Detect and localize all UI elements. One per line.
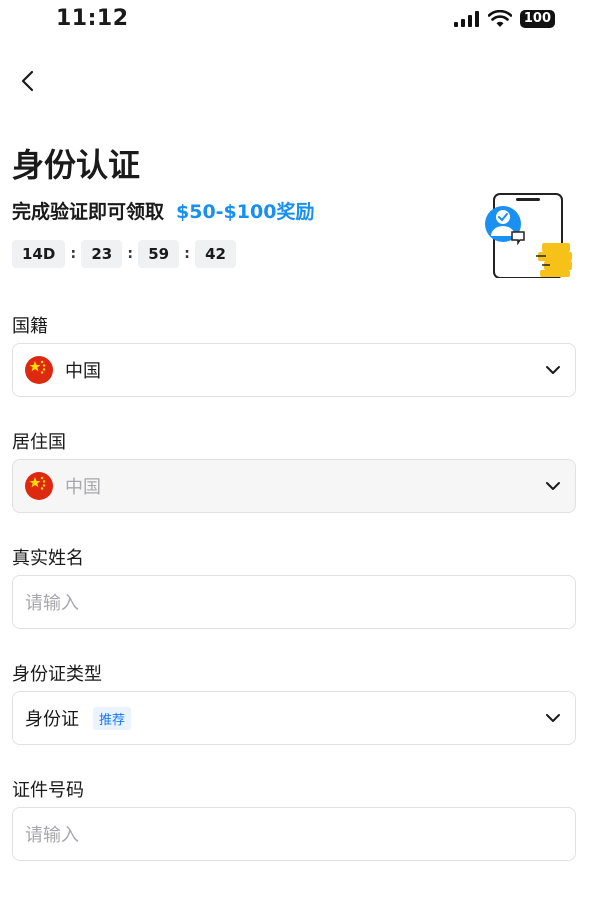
chevron-down-icon bbox=[546, 366, 560, 374]
countdown-days: 14D bbox=[12, 240, 66, 268]
chevron-down-icon bbox=[546, 482, 560, 490]
verified-user-illustration bbox=[485, 193, 572, 278]
nationality-select[interactable]: 中国 bbox=[12, 343, 576, 397]
back-button[interactable] bbox=[14, 66, 44, 96]
china-flag-icon bbox=[25, 356, 53, 384]
countdown-seconds: 42 bbox=[195, 240, 236, 268]
countdown-separator: : bbox=[127, 246, 133, 262]
subtitle-text: 完成验证即可领取 bbox=[12, 201, 165, 223]
chevron-down-icon bbox=[546, 714, 560, 722]
back-arrow-icon bbox=[21, 70, 34, 92]
reward-amount: $50-$100奖励 bbox=[176, 201, 315, 223]
countdown-separator: : bbox=[184, 246, 190, 262]
wifi-icon bbox=[487, 10, 512, 27]
nationality-label: 国籍 bbox=[12, 316, 48, 337]
status-time: 11:12 bbox=[56, 6, 129, 31]
status-bar: 11:12 100 bbox=[0, 0, 599, 40]
page-title: 身份认证 bbox=[12, 146, 141, 184]
real-name-input[interactable]: 请输入 bbox=[12, 575, 576, 629]
cellular-signal-icon bbox=[453, 11, 479, 27]
id-number-label: 证件号码 bbox=[12, 780, 84, 801]
id-number-placeholder: 请输入 bbox=[25, 825, 79, 846]
id-type-label: 身份证类型 bbox=[12, 664, 102, 685]
id-number-input[interactable]: 请输入 bbox=[12, 807, 576, 861]
residence-select[interactable]: 中国 bbox=[12, 459, 576, 513]
battery-icon: 100 bbox=[519, 10, 555, 28]
recommended-badge: 推荐 bbox=[93, 706, 132, 730]
countdown-hours: 23 bbox=[81, 240, 123, 268]
residence-label: 居住国 bbox=[12, 432, 66, 453]
nationality-value: 中国 bbox=[65, 361, 101, 382]
id-type-value: 身份证 bbox=[25, 709, 79, 730]
countdown-separator: : bbox=[70, 246, 77, 262]
status-icons: 100 bbox=[453, 10, 555, 28]
real-name-label: 真实姓名 bbox=[12, 548, 84, 569]
countdown-timer: 14D : 23 : 59 : 42 bbox=[12, 240, 236, 268]
china-flag-icon bbox=[25, 472, 53, 500]
real-name-placeholder: 请输入 bbox=[25, 593, 79, 614]
residence-value: 中国 bbox=[65, 477, 101, 498]
countdown-minutes: 59 bbox=[138, 240, 180, 268]
reward-subtitle: 完成验证即可领取 $50-$100奖励 bbox=[12, 197, 314, 224]
id-type-select[interactable]: 身份证 推荐 bbox=[12, 691, 576, 745]
